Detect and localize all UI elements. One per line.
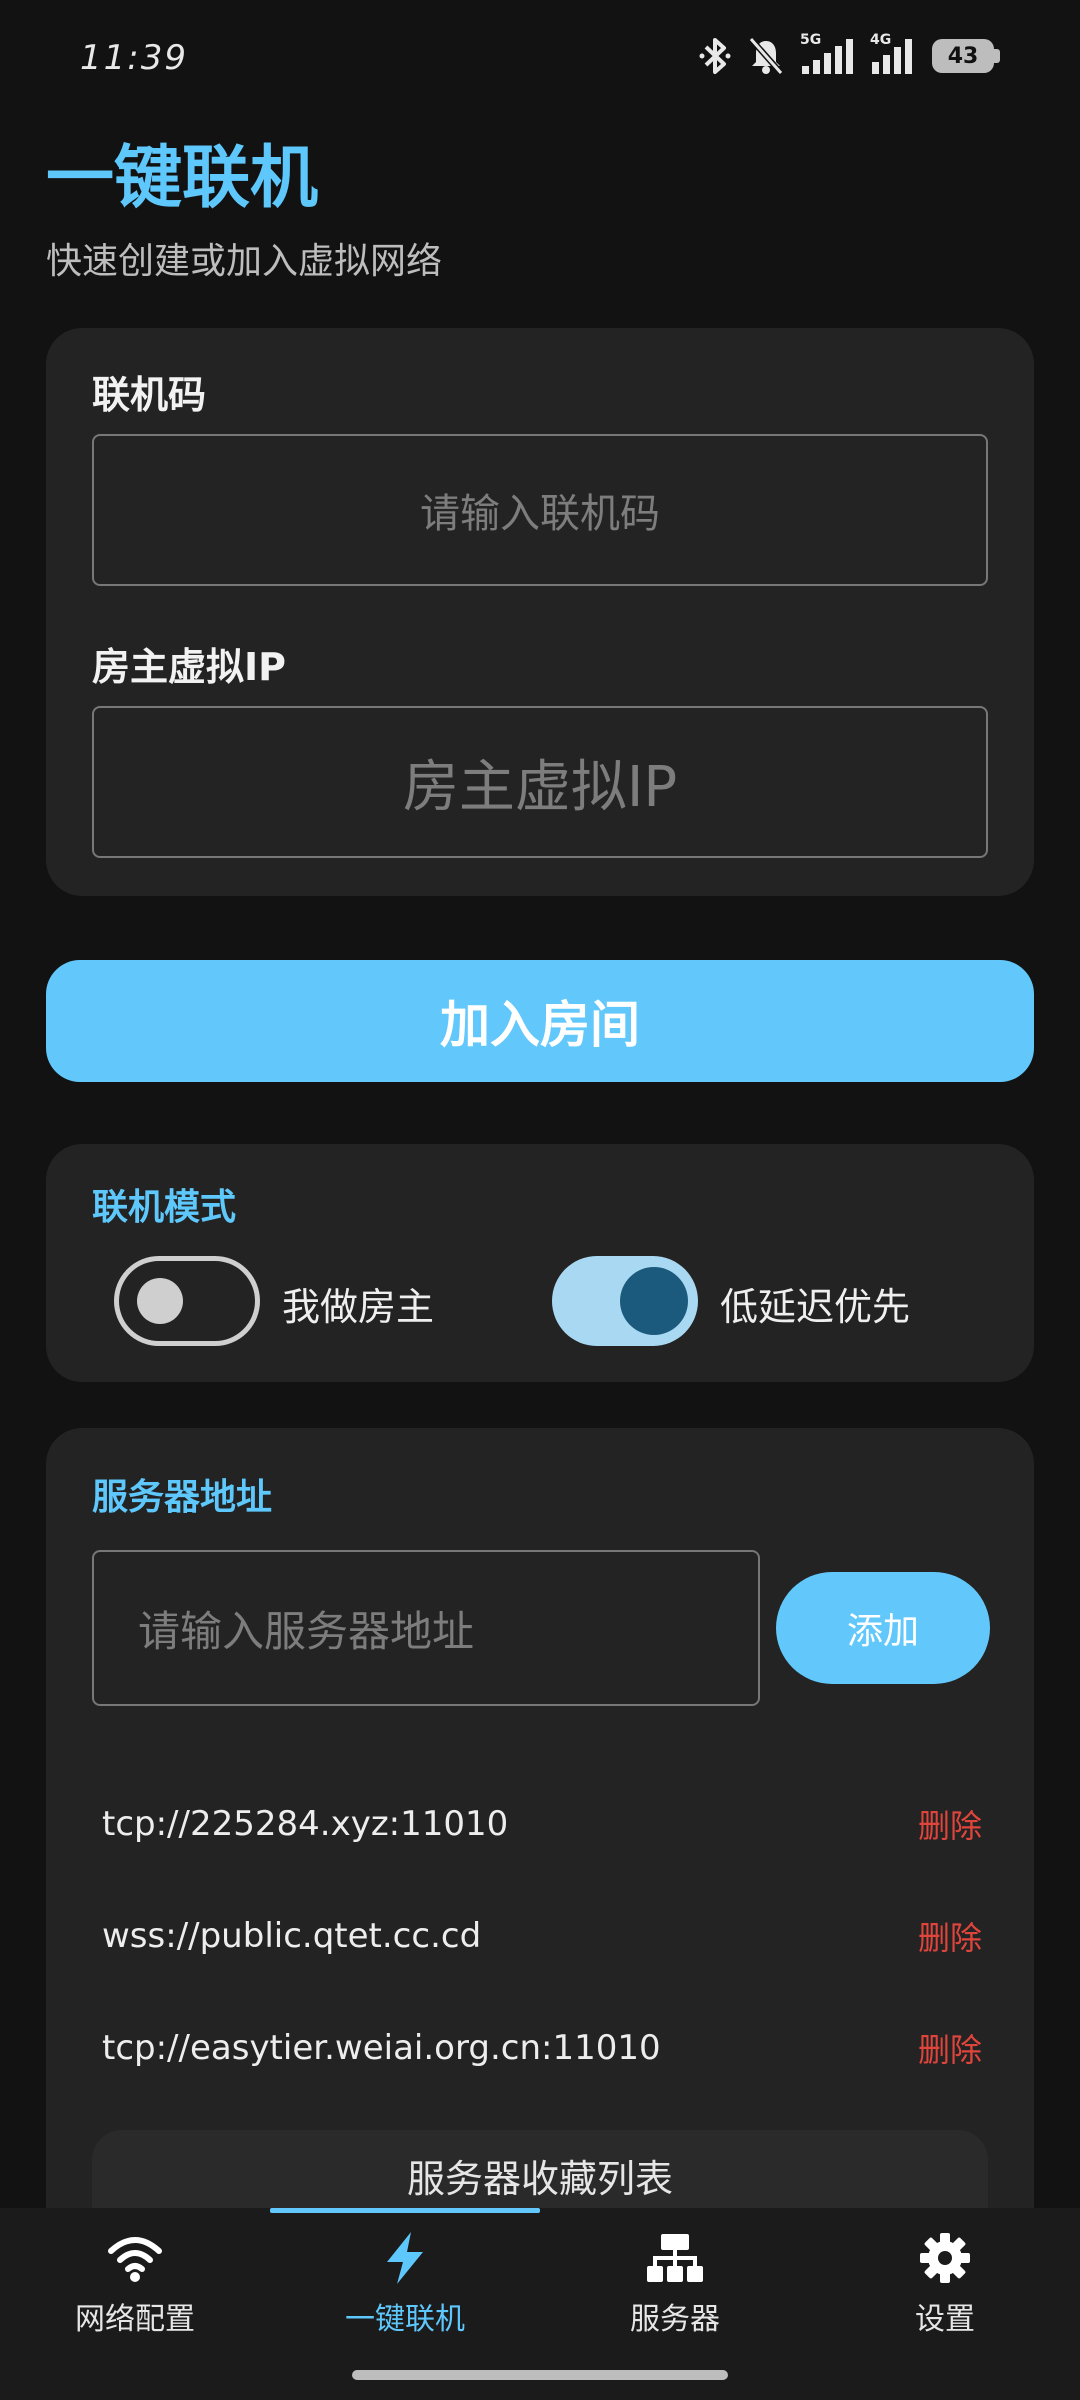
- nav-network-config[interactable]: 网络配置: [0, 2208, 270, 2348]
- server-address-placeholder: 请输入服务器地址: [138, 1606, 475, 1656]
- server-network-icon: [647, 2230, 703, 2286]
- battery-level: 43: [932, 39, 994, 73]
- server-address-input[interactable]: 请输入服务器地址: [92, 1550, 760, 1706]
- nav-servers[interactable]: 服务器: [540, 2208, 810, 2348]
- bottom-navigation: 网络配置 一键联机 服务器 设置: [0, 2208, 1080, 2400]
- server-address: tcp://225284.xyz:11010: [102, 1804, 509, 1844]
- signal-4g-icon: 4G: [870, 32, 916, 76]
- nav-label: 一键联机: [345, 2302, 465, 2337]
- gear-icon: [917, 2230, 973, 2286]
- mute-bell-icon: [748, 37, 784, 75]
- server-address: tcp://easytier.weiai.org.cn:11010: [102, 2028, 661, 2068]
- signal-5g-icon: 5G: [800, 32, 854, 76]
- host-ip-placeholder: 房主虚拟IP: [402, 754, 678, 820]
- nav-settings[interactable]: 设置: [810, 2208, 1080, 2348]
- nav-label: 网络配置: [75, 2302, 195, 2337]
- host-mode-toggle[interactable]: [114, 1256, 260, 1346]
- nav-quick-connect[interactable]: 一键联机: [270, 2208, 540, 2348]
- page-title: 一键联机: [46, 139, 319, 218]
- join-room-card: 联机码 请输入联机码 房主虚拟IP 房主虚拟IP: [46, 328, 1034, 896]
- connection-mode-title: 联机模式: [92, 1187, 237, 1228]
- server-row: tcp://easytier.weiai.org.cn:11010 删除: [102, 2008, 982, 2088]
- host-mode-label: 我做房主: [282, 1285, 435, 1329]
- nav-label: 服务器: [630, 2302, 720, 2337]
- delete-server-button[interactable]: 删除: [918, 1913, 982, 1959]
- nav-label: 设置: [915, 2302, 975, 2337]
- join-room-button[interactable]: 加入房间: [46, 960, 1034, 1082]
- add-server-button[interactable]: 添加: [776, 1572, 990, 1684]
- low-latency-label: 低延迟优先: [720, 1285, 911, 1329]
- lightning-icon: [377, 2230, 433, 2286]
- home-indicator[interactable]: [352, 2370, 728, 2380]
- server-address-title: 服务器地址: [92, 1477, 273, 1518]
- join-code-label: 联机码: [92, 373, 207, 417]
- delete-server-button[interactable]: 删除: [918, 1801, 982, 1847]
- toggle-knob: [137, 1278, 183, 1324]
- join-code-placeholder: 请输入联机码: [420, 491, 660, 537]
- server-row: wss://public.qtet.cc.cd 删除: [102, 1896, 982, 1976]
- server-row: tcp://225284.xyz:11010 删除: [102, 1784, 982, 1864]
- toggle-knob: [620, 1267, 688, 1335]
- server-address-card: 服务器地址 请输入服务器地址 添加 tcp://225284.xyz:11010…: [46, 1428, 1034, 2208]
- host-ip-input[interactable]: 房主虚拟IP: [92, 706, 988, 858]
- low-latency-toggle[interactable]: [552, 1256, 698, 1346]
- bluetooth-icon: [699, 38, 731, 74]
- connection-mode-card: 联机模式 我做房主 低延迟优先: [46, 1144, 1034, 1382]
- status-bar: 11:39 5G 4G 43: [0, 0, 1080, 120]
- status-time: 11:39: [80, 38, 188, 78]
- battery-tip: [994, 49, 1000, 63]
- page-subtitle: 快速创建或加入虚拟网络: [46, 241, 443, 282]
- host-ip-label: 房主虚拟IP: [92, 645, 286, 689]
- status-icons: 5G 4G 43: [698, 32, 1000, 76]
- join-code-input[interactable]: 请输入联机码: [92, 434, 988, 586]
- server-favorites-button[interactable]: 服务器收藏列表: [92, 2130, 988, 2208]
- delete-server-button[interactable]: 删除: [918, 2025, 982, 2071]
- server-address: wss://public.qtet.cc.cd: [102, 1916, 482, 1956]
- wifi-icon: [107, 2230, 163, 2286]
- battery-icon: 43: [932, 39, 1000, 73]
